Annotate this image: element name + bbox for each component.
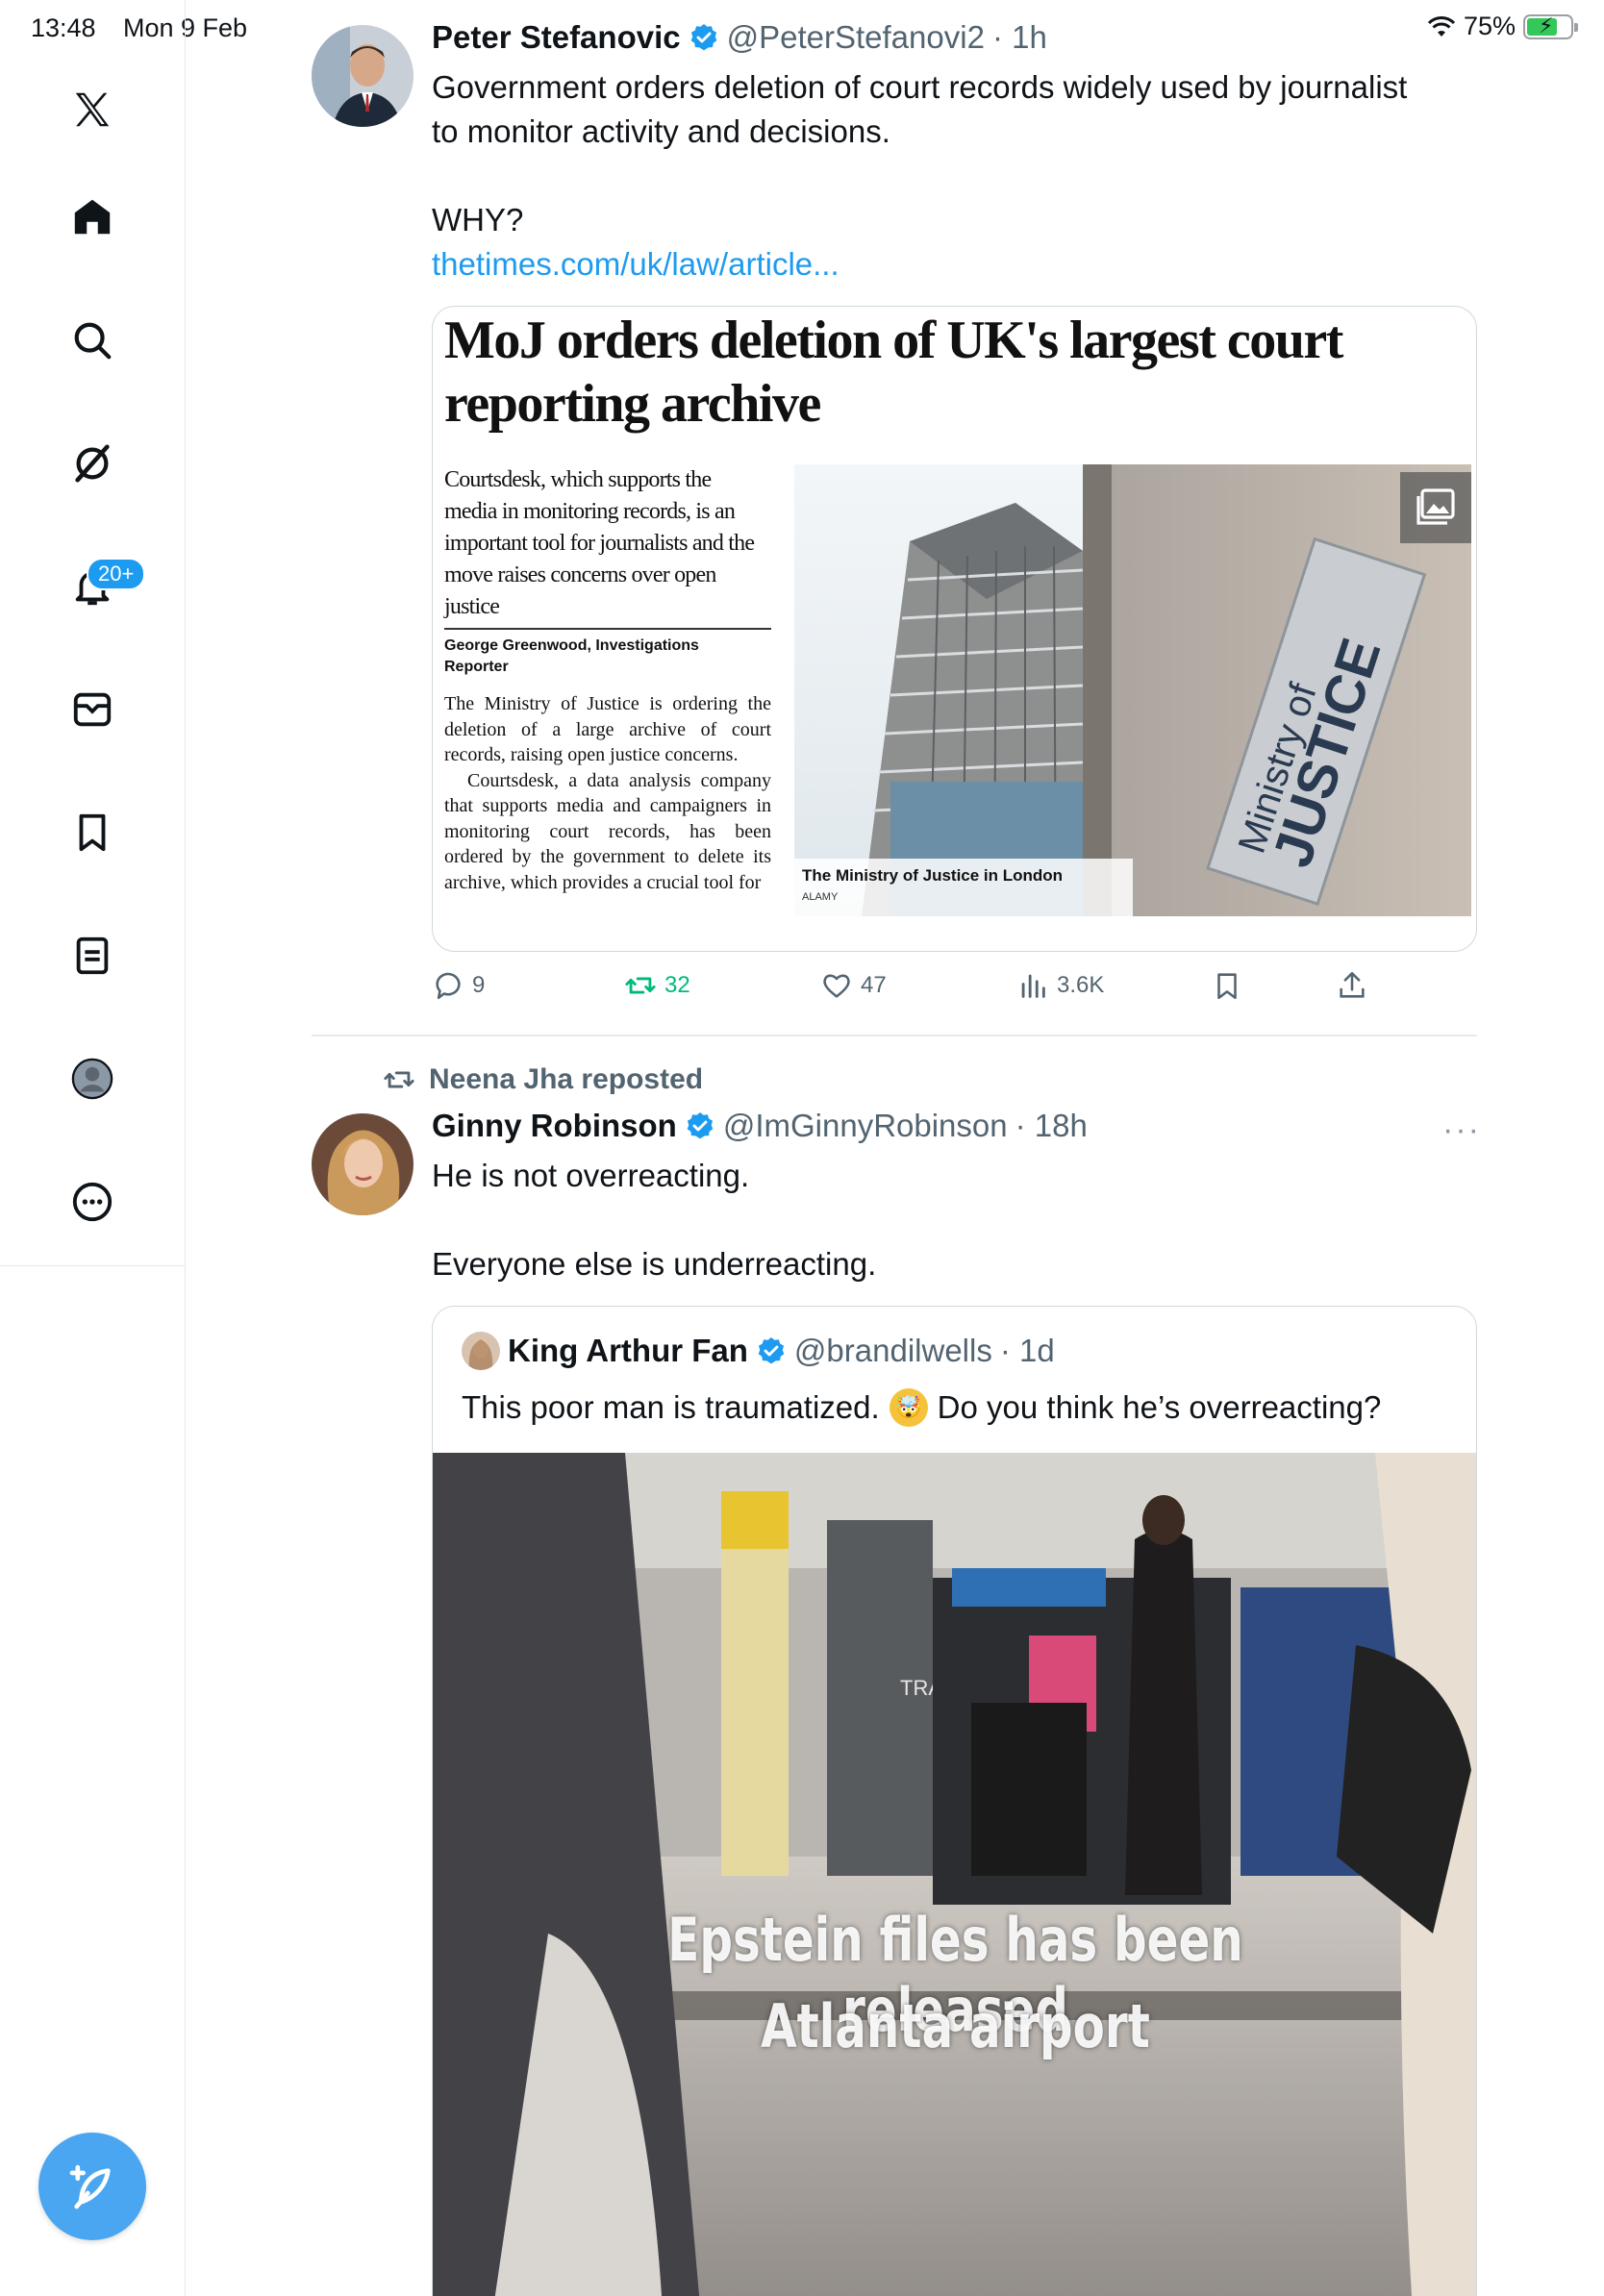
heart-icon <box>823 974 850 998</box>
article-paragraph: The Ministry of Justice is ordering the … <box>444 693 771 765</box>
tweet-divider <box>312 1035 1477 1036</box>
author-name[interactable]: Ginny Robinson <box>432 1108 677 1144</box>
photo-caption-text: The Ministry of Justice in London <box>802 866 1064 885</box>
reposted-by-row[interactable]: Neena Jha reposted <box>383 1063 703 1096</box>
bookmark-icon <box>1217 973 1237 1000</box>
messages-icon[interactable] <box>67 685 117 735</box>
author-name[interactable]: Peter Stefanovic <box>432 19 681 56</box>
grok-icon[interactable] <box>67 438 117 488</box>
repost-button[interactable]: 32 <box>624 969 690 1002</box>
compose-post-button[interactable] <box>38 2133 146 2240</box>
tweet-time[interactable]: · 18h <box>1015 1108 1088 1144</box>
gallery-icon[interactable] <box>1400 472 1471 543</box>
quoted-tweet-header: King Arthur Fan @brandilwells · 1d <box>462 1332 1055 1370</box>
home-icon[interactable] <box>67 192 117 242</box>
views-button[interactable]: 3.6K <box>1016 969 1104 1002</box>
reply-button[interactable]: 9 <box>432 969 485 1002</box>
reply-icon <box>436 972 461 1000</box>
photo-credit: ALAMY <box>802 891 839 903</box>
repost-count: 32 <box>664 972 690 998</box>
tweet-time[interactable]: · 1h <box>992 19 1047 56</box>
article-photo: Ministry of JUSTICE <box>794 464 1471 916</box>
author-handle[interactable]: @PeterStefanovi2 <box>727 19 985 56</box>
repost-small-icon <box>384 1071 414 1088</box>
share-button[interactable] <box>1336 969 1368 1002</box>
verified-badge-icon <box>758 1337 785 1364</box>
lists-icon[interactable] <box>67 931 117 981</box>
verified-badge-icon <box>690 24 716 51</box>
like-count: 47 <box>861 972 887 998</box>
exploding-head-emoji-icon: 🤯 <box>889 1388 928 1427</box>
author-avatar[interactable] <box>312 1113 414 1215</box>
sidebar: 20+ <box>0 0 186 2296</box>
reply-count: 9 <box>472 972 486 998</box>
tweet-body: Government orders deletion of court reco… <box>432 65 1407 287</box>
more-options-button[interactable]: ··· <box>1442 1111 1481 1149</box>
repost-icon <box>625 977 656 994</box>
tweet-text-line: WHY? <box>432 202 524 237</box>
article-rule <box>444 628 771 630</box>
share-icon <box>1340 971 1365 998</box>
bookmarks-icon[interactable] <box>67 808 117 858</box>
compose-feather-icon <box>69 2164 111 2209</box>
quoted-text-part: Do you think he’s overreacting? <box>937 1389 1382 1425</box>
notifications-badge: 20+ <box>87 558 146 590</box>
more-options-icon[interactable] <box>67 1177 117 1227</box>
profile-avatar-icon[interactable] <box>67 1054 117 1104</box>
verified-badge-icon <box>687 1112 714 1139</box>
battery-icon: ⚡ <box>1523 13 1578 39</box>
quoted-text-part: This poor man is traumatized. <box>462 1389 880 1425</box>
status-indicators: 75% ⚡ <box>1427 12 1578 41</box>
views-chart-icon <box>1021 974 1045 998</box>
tweet-text-line: to monitor activity and decisions. <box>432 113 890 149</box>
tweet-text-line: He is not overreacting. <box>432 1158 750 1193</box>
article-paragraph: Courtsdesk, a data analysis company that… <box>444 769 771 893</box>
bookmark-button[interactable] <box>1211 969 1243 1002</box>
quoted-author-name[interactable]: King Arthur Fan <box>508 1333 748 1369</box>
article-standfirst: Courtsdesk, which supports the media in … <box>444 467 755 619</box>
quoted-tweet-card[interactable]: King Arthur Fan @brandilwells · 1d This … <box>432 1306 1477 2296</box>
quoted-author-avatar[interactable] <box>462 1332 500 1370</box>
quoted-video[interactable]: TRASH Epstein files has been released At… <box>433 1453 1476 2296</box>
quoted-author-handle[interactable]: @brandilwells <box>794 1333 992 1369</box>
article-headline: MoJ orders deletion of UK's largest cour… <box>444 311 1343 434</box>
article-byline: George Greenwood, Investigations Reporte… <box>444 637 699 675</box>
article-link[interactable]: thetimes.com/uk/law/article... <box>432 242 1407 287</box>
x-logo-icon[interactable] <box>67 85 117 135</box>
photo-caption: The Ministry of Justice in London ALAMY <box>794 859 1133 916</box>
tweet-text-line: Government orders deletion of court reco… <box>432 69 1408 105</box>
quoted-tweet-text: This poor man is traumatized. 🤯 Do you t… <box>462 1385 1381 1430</box>
tweet-body: He is not overreacting. Everyone else is… <box>432 1154 876 1286</box>
article-link-card[interactable]: MoJ orders deletion of UK's largest cour… <box>432 306 1477 952</box>
tweet-actions: 9 32 47 3.6K <box>432 969 1393 1013</box>
search-icon[interactable] <box>67 315 117 365</box>
tweet-text-line: Everyone else is underreacting. <box>432 1246 877 1282</box>
tweet-header: Peter Stefanovic @PeterStefanovi2 · 1h <box>432 19 1047 56</box>
quoted-tweet-time: · 1d <box>999 1333 1055 1368</box>
author-avatar[interactable] <box>312 25 414 127</box>
reposted-by-text: Neena Jha reposted <box>429 1063 704 1095</box>
author-handle[interactable]: @ImGinnyRobinson <box>723 1108 1008 1144</box>
wifi-icon <box>1427 15 1456 37</box>
video-caption-line: Atlanta airport <box>761 1991 1150 2061</box>
article-body: The Ministry of Justice is ordering the … <box>444 691 771 895</box>
tweet-header: Ginny Robinson @ImGinnyRobinson · 18h <box>432 1108 1088 1144</box>
battery-percent: 75% <box>1463 12 1516 40</box>
views-count: 3.6K <box>1057 972 1105 998</box>
like-button[interactable]: 47 <box>820 969 887 1002</box>
